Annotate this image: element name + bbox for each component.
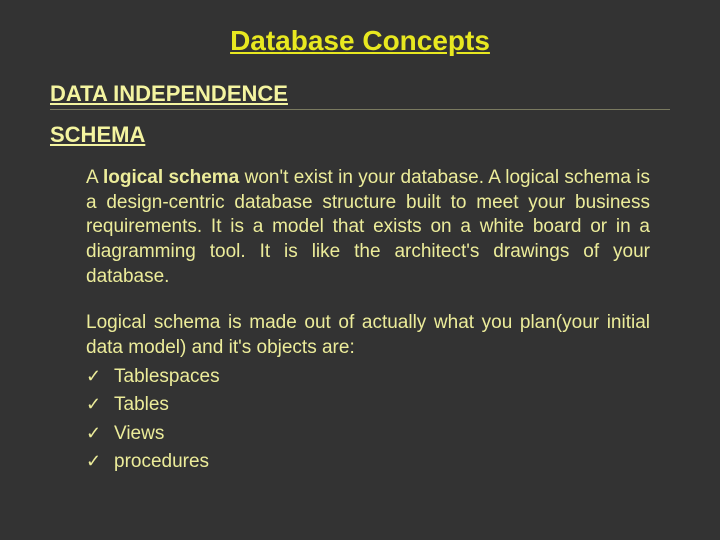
para1-prefix: A: [86, 167, 103, 188]
list-item: ✓ procedures: [86, 448, 670, 477]
heading-schema: SCHEMA: [50, 122, 670, 148]
slide: Database Concepts DATA INDEPENDENCE SCHE…: [0, 0, 720, 540]
paragraph-1: A logical schema won't exist in your dat…: [86, 166, 650, 289]
list-item-label: Tablespaces: [114, 363, 220, 392]
check-icon: ✓: [86, 391, 114, 418]
list-item-label: Tables: [114, 391, 169, 420]
check-icon: ✓: [86, 448, 114, 475]
heading-data-independence: DATA INDEPENDENCE: [50, 81, 670, 110]
para1-bold: logical schema: [103, 167, 239, 188]
list-item: ✓ Views: [86, 420, 670, 449]
check-icon: ✓: [86, 363, 114, 390]
paragraph-2: Logical schema is made out of actually w…: [86, 311, 650, 360]
list-item: ✓ Tables: [86, 391, 670, 420]
slide-title: Database Concepts: [50, 25, 670, 57]
list-item-label: Views: [114, 420, 164, 449]
list-item-label: procedures: [114, 448, 209, 477]
list-item: ✓ Tablespaces: [86, 363, 670, 392]
schema-objects-list: ✓ Tablespaces ✓ Tables ✓ Views ✓ procedu…: [86, 363, 670, 477]
check-icon: ✓: [86, 420, 114, 447]
